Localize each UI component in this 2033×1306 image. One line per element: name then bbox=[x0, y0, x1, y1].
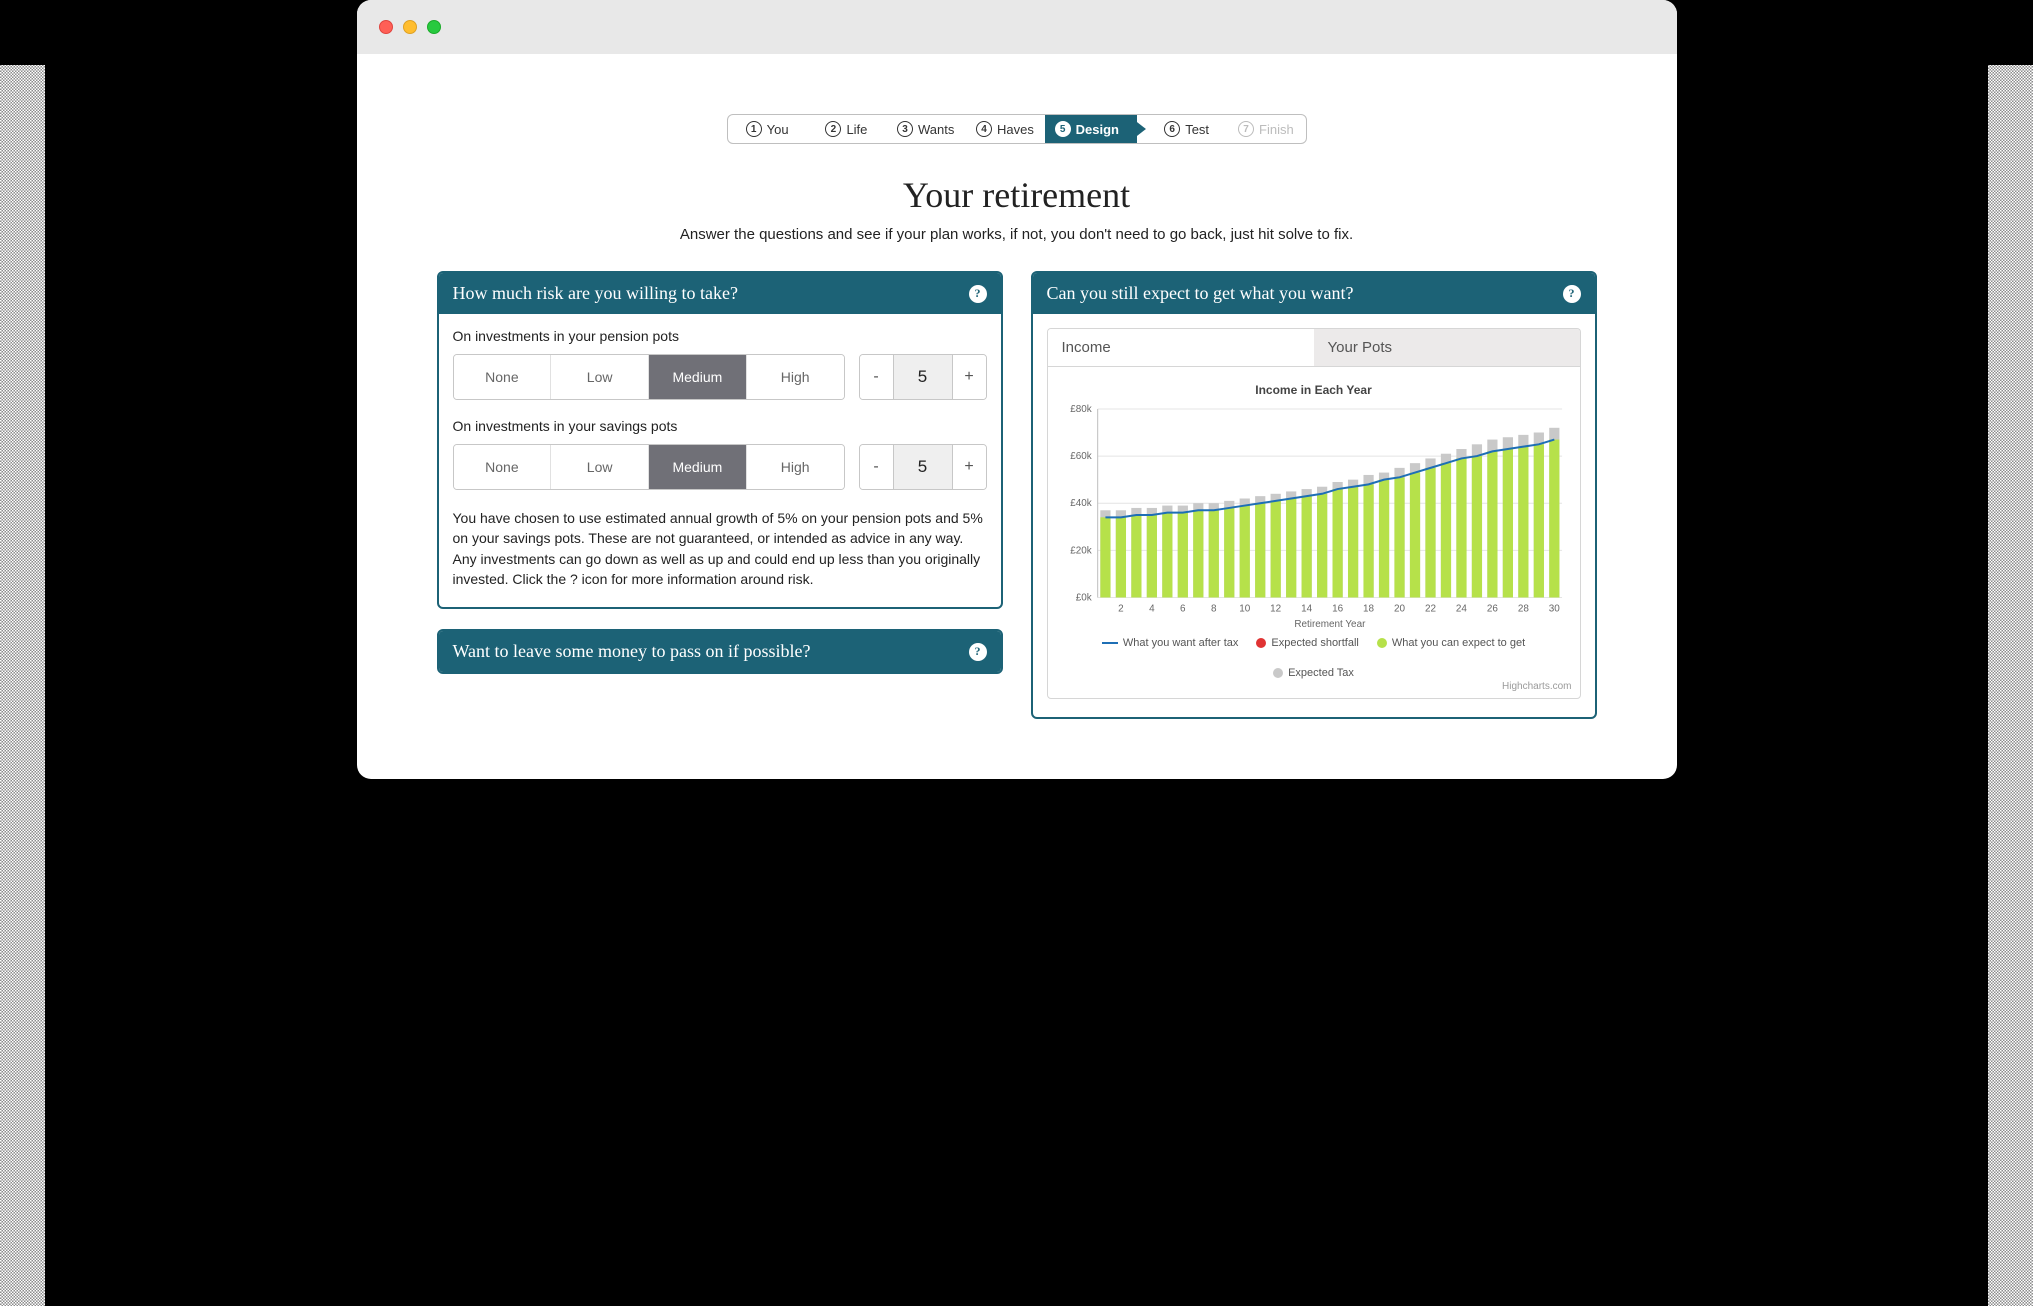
step-test[interactable]: 6Test bbox=[1137, 115, 1226, 143]
risk-heading: How much risk are you willing to take? bbox=[453, 283, 738, 304]
chart-tabs: IncomeYour Pots bbox=[1047, 328, 1581, 366]
increment-button[interactable]: + bbox=[952, 355, 986, 399]
svg-text:20: 20 bbox=[1394, 603, 1406, 614]
risk-option-medium[interactable]: Medium bbox=[649, 445, 747, 489]
tab-income[interactable]: Income bbox=[1048, 329, 1314, 366]
svg-text:2: 2 bbox=[1118, 603, 1124, 614]
svg-text:22: 22 bbox=[1424, 603, 1436, 614]
step-number-icon: 7 bbox=[1238, 121, 1254, 137]
risk-value: 5 bbox=[894, 445, 952, 489]
svg-text:28: 28 bbox=[1517, 603, 1529, 614]
help-icon[interactable]: ? bbox=[1563, 285, 1581, 303]
svg-text:6: 6 bbox=[1180, 603, 1186, 614]
legend-item[interactable]: Expected Tax bbox=[1273, 667, 1354, 679]
legacy-heading: Want to leave some money to pass on if p… bbox=[453, 641, 811, 662]
svg-text:£60k: £60k bbox=[1070, 451, 1092, 462]
step-number-icon: 1 bbox=[746, 121, 762, 137]
legend-item[interactable]: What you can expect to get bbox=[1377, 637, 1525, 649]
svg-text:12: 12 bbox=[1270, 603, 1282, 614]
svg-text:30: 30 bbox=[1548, 603, 1560, 614]
risk-value-stepper: -5+ bbox=[859, 444, 987, 490]
close-icon[interactable] bbox=[379, 20, 393, 34]
step-wants[interactable]: 3Wants bbox=[886, 115, 965, 143]
svg-text:10: 10 bbox=[1239, 603, 1251, 614]
legend-swatch-icon bbox=[1377, 638, 1387, 648]
income-chart: Income in Each Year £0k £20k £40k £60k £80k 2… bbox=[1047, 366, 1581, 699]
minimize-icon[interactable] bbox=[403, 20, 417, 34]
expect-card: Can you still expect to get what you wan… bbox=[1031, 271, 1597, 719]
step-design[interactable]: 5Design bbox=[1045, 115, 1137, 143]
risk-disclaimer: You have chosen to use estimated annual … bbox=[453, 508, 987, 589]
decrement-button[interactable]: - bbox=[860, 445, 894, 489]
legacy-card: Want to leave some money to pass on if p… bbox=[437, 629, 1003, 674]
step-life[interactable]: 2Life bbox=[807, 115, 886, 143]
step-number-icon: 4 bbox=[976, 121, 992, 137]
help-icon[interactable]: ? bbox=[969, 285, 987, 303]
chart-svg: £0k£20k£40k£60k£80k246810121416182022242… bbox=[1056, 403, 1572, 631]
risk-level-segmented: NoneLowMediumHigh bbox=[453, 354, 845, 400]
svg-text:£80k: £80k bbox=[1070, 404, 1092, 415]
svg-text:Retirement Year: Retirement Year bbox=[1294, 619, 1366, 630]
page: 1You2Life3Wants4Haves5Design6Test7Finish… bbox=[357, 54, 1677, 779]
step-number-icon: 2 bbox=[825, 121, 841, 137]
help-icon[interactable]: ? bbox=[969, 643, 987, 661]
risk-option-low[interactable]: Low bbox=[551, 445, 649, 489]
step-you[interactable]: 1You bbox=[728, 115, 807, 143]
svg-text:£0k: £0k bbox=[1075, 592, 1091, 603]
svg-text:24: 24 bbox=[1455, 603, 1467, 614]
legend-item[interactable]: What you want after tax bbox=[1102, 637, 1239, 649]
chart-title: Income in Each Year bbox=[1056, 383, 1572, 397]
svg-text:16: 16 bbox=[1332, 603, 1344, 614]
step-number-icon: 6 bbox=[1164, 121, 1180, 137]
risk-value-stepper: -5+ bbox=[859, 354, 987, 400]
svg-text:£20k: £20k bbox=[1070, 545, 1092, 556]
tab-your-pots[interactable]: Your Pots bbox=[1314, 329, 1580, 366]
risk-option-medium[interactable]: Medium bbox=[649, 355, 747, 399]
svg-text:4: 4 bbox=[1149, 603, 1155, 614]
step-number-icon: 5 bbox=[1055, 121, 1071, 137]
legend-item[interactable]: Expected shortfall bbox=[1256, 637, 1358, 649]
maximize-icon[interactable] bbox=[427, 20, 441, 34]
svg-text:26: 26 bbox=[1486, 603, 1498, 614]
legend-swatch-icon bbox=[1102, 642, 1118, 644]
risk-question-label: On investments in your pension pots bbox=[453, 328, 987, 344]
step-finish: 7Finish bbox=[1226, 115, 1305, 143]
step-haves[interactable]: 4Haves bbox=[965, 115, 1044, 143]
expect-heading: Can you still expect to get what you wan… bbox=[1047, 283, 1354, 304]
legend-swatch-icon bbox=[1256, 638, 1266, 648]
browser-window: 1You2Life3Wants4Haves5Design6Test7Finish… bbox=[357, 0, 1677, 779]
risk-question-label: On investments in your savings pots bbox=[453, 418, 987, 434]
page-subtitle: Answer the questions and see if your pla… bbox=[437, 226, 1597, 243]
risk-option-none[interactable]: None bbox=[454, 445, 552, 489]
risk-card: How much risk are you willing to take? ?… bbox=[437, 271, 1003, 609]
svg-text:14: 14 bbox=[1301, 603, 1313, 614]
increment-button[interactable]: + bbox=[952, 445, 986, 489]
risk-option-high[interactable]: High bbox=[747, 355, 844, 399]
risk-value: 5 bbox=[894, 355, 952, 399]
risk-option-none[interactable]: None bbox=[454, 355, 552, 399]
window-titlebar bbox=[357, 0, 1677, 54]
risk-option-low[interactable]: Low bbox=[551, 355, 649, 399]
wizard-stepbar: 1You2Life3Wants4Haves5Design6Test7Finish bbox=[727, 114, 1307, 144]
chart-legend: What you want after tax Expected shortfal… bbox=[1056, 637, 1572, 679]
svg-text:8: 8 bbox=[1211, 603, 1217, 614]
legend-swatch-icon bbox=[1273, 668, 1283, 678]
risk-level-segmented: NoneLowMediumHigh bbox=[453, 444, 845, 490]
page-title: Your retirement bbox=[437, 174, 1597, 216]
risk-option-high[interactable]: High bbox=[747, 445, 844, 489]
svg-text:£40k: £40k bbox=[1070, 498, 1092, 509]
step-number-icon: 3 bbox=[897, 121, 913, 137]
svg-text:18: 18 bbox=[1363, 603, 1375, 614]
decrement-button[interactable]: - bbox=[860, 355, 894, 399]
chart-credit: Highcharts.com bbox=[1056, 681, 1572, 692]
